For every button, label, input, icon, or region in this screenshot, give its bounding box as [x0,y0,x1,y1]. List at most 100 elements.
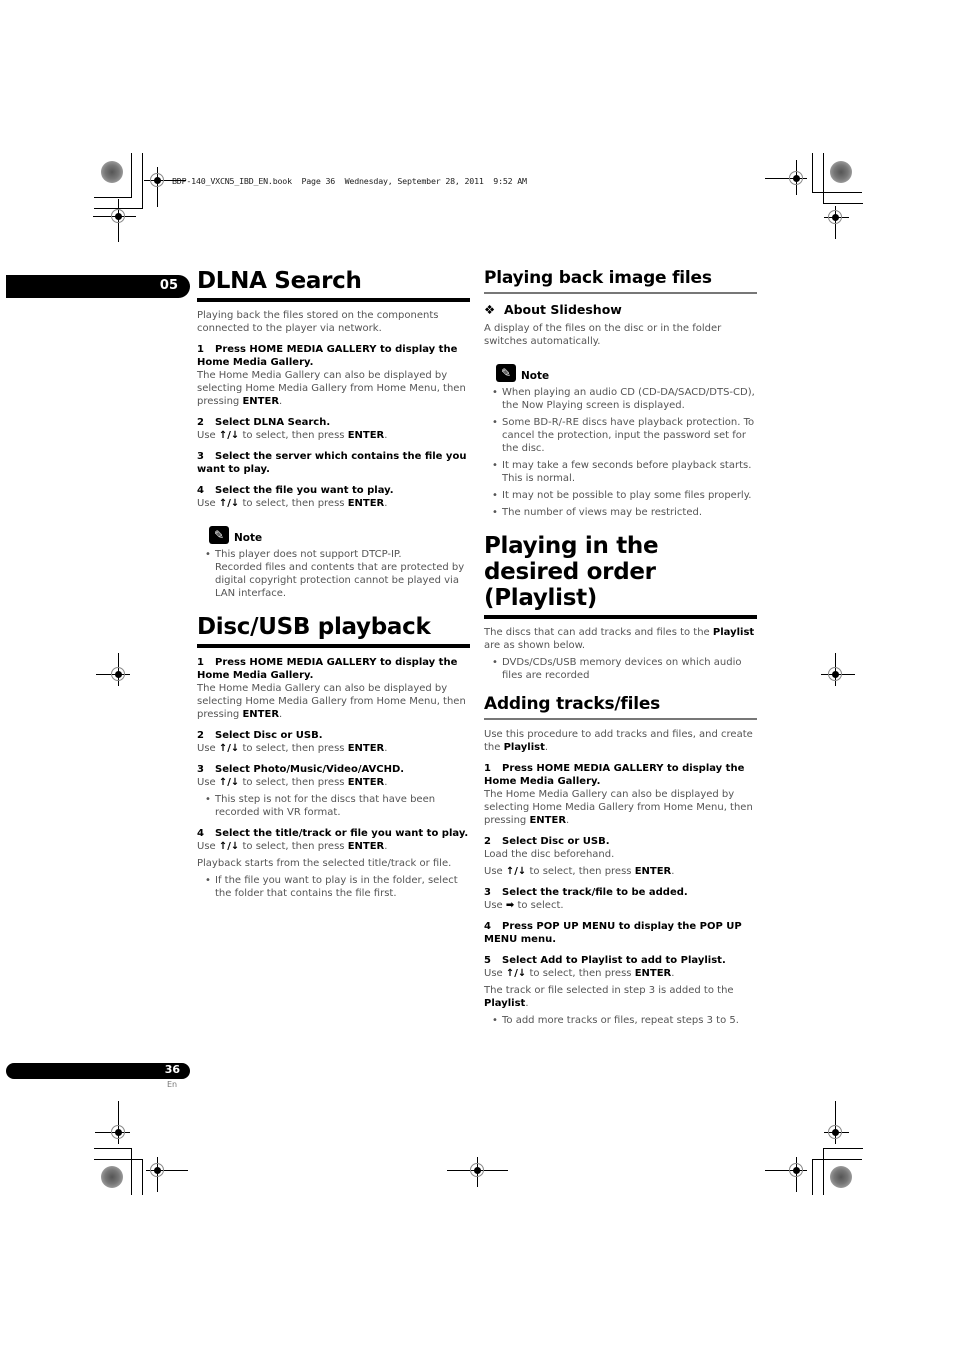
section-title: DLNA Search [197,268,362,294]
crop-mark [812,1159,862,1160]
left-column: DLNA Search Playing back the files store… [197,268,470,904]
registration-disc-icon [830,161,852,183]
step-heading: 3 Select the server which contains the fi… [197,451,467,475]
crop-mark [823,1148,824,1195]
crop-mark [812,1159,813,1195]
page-number: 36 [164,1063,180,1076]
page-number-bar: 36 [6,1063,190,1079]
bullet-item: If the file you want to play is in the f… [197,874,470,900]
note-header: ✎ Note [209,526,470,544]
bullet-list: DVDs/CDs/USB memory devices on which aud… [484,656,757,682]
note-item: The number of views may be restricted. [484,506,757,519]
chapter-number: 05 [159,278,178,293]
registration-disc-icon [101,1166,123,1188]
up-down-arrow-icon: ↑/↓ [218,777,240,788]
title-rule [484,718,757,720]
note-item: This player does not support DTCP-IP.Rec… [197,548,470,600]
note-item: When playing an audio CD (CD-DA/SACD/DTS… [484,386,757,412]
up-down-arrow-icon: ↑/↓ [218,430,240,441]
bullet-list: To add more tracks or files, repeat step… [484,1014,757,1027]
section-title: Playing in the desired order (Playlist) [484,533,659,611]
step-body: The Home Media Gallery can also be displ… [197,683,466,720]
registration-disc-icon [830,1166,852,1188]
step-heading: 2 Select Disc or USB. [484,836,610,847]
step-result: The track or file selected in step 3 is … [484,985,734,1009]
adding-tracks-section: Adding tracks/files Use this procedure t… [484,694,757,1027]
step-body: Use ↑/↓ to select, then press ENTER. [197,841,388,852]
right-column: Playing back image files ❖ About Slidesh… [484,268,757,1031]
title-rule [197,298,470,302]
disc-usb-playback-section: Disc/USB playback 1 Press HOME MEDIA GALL… [197,614,470,900]
intro-text: Playing back the files stored on the com… [197,310,439,334]
step-body: Use ↑/↓ to select, then press ENTER. [197,430,388,441]
crop-mark [823,153,824,204]
dlna-search-section: DLNA Search Playing back the files store… [197,268,470,600]
step-heading: 1 Press HOME MEDIA GALLERY to display the… [197,344,458,368]
note-list: This player does not support DTCP-IP.Rec… [197,548,470,600]
image-files-section: Playing back image files ❖ About Slidesh… [484,268,757,519]
print-header: BDP-140_VXCN5_IBD_EN.book Page 36 Wednes… [172,176,527,186]
pencil-note-icon: ✎ [496,364,516,382]
crop-mark [812,192,862,193]
step-body: The Home Media Gallery can also be displ… [197,370,466,407]
intro-text: Use this procedure to add tracks and fil… [484,729,753,753]
crop-mark [812,153,813,193]
up-down-arrow-icon: ↑/↓ [505,866,527,877]
step-heading: 1 Press HOME MEDIA GALLERY to display the… [197,657,458,681]
crop-mark [823,203,863,204]
registration-disc-icon [101,161,123,183]
diamond-icon: ❖ [484,302,496,317]
bullet-item: To add more tracks or files, repeat step… [484,1014,757,1027]
crop-mark [823,1148,863,1149]
crop-mark [131,153,132,198]
crop-mark [94,1148,132,1149]
intro-text: The discs that can add tracks and files … [484,627,755,651]
sub-body: A display of the files on the disc or in… [484,323,722,347]
section-title: Adding tracks/files [484,694,661,714]
step-heading: 2 Select DLNA Search. [197,417,331,428]
section-title: Playing back image files [484,268,712,288]
right-arrow-icon: ➡ [505,900,515,911]
step-heading: 3 Select Photo/Music/Video/AVCHD. [197,764,405,775]
step-body: The Home Media Gallery can also be displ… [484,789,753,826]
step-heading: 4 Select the file you want to play. [197,485,394,496]
step-extra: Load the disc beforehand. [484,849,615,860]
up-down-arrow-icon: ↑/↓ [218,841,240,852]
title-rule [484,292,757,294]
bullet-list: This step is not for the discs that have… [197,793,470,819]
crop-mark [94,1159,143,1160]
chapter-tab: 05 [6,275,190,298]
crop-mark [131,1148,132,1195]
crop-mark [94,197,132,198]
crop-mark [142,1159,143,1195]
step-body: Use ↑/↓ to select, then press ENTER. [484,968,675,979]
step-heading: 1 Press HOME MEDIA GALLERY to display the… [484,763,745,787]
step-body: Use ↑/↓ to select, then press ENTER. [197,777,388,788]
playlist-section: Playing in the desired order (Playlist) … [484,533,757,682]
step-heading: 5 Select Add to Playlist to add to Playli… [484,955,726,966]
step-heading: 4 Select the title/track or file you want… [197,828,469,839]
up-down-arrow-icon: ↑/↓ [218,498,240,509]
bullet-list: If the file you want to play is in the f… [197,874,470,900]
title-rule [484,615,757,619]
step-heading: 3 Select the track/file to be added. [484,887,688,898]
step-body: Use ↑/↓ to select, then press ENTER. [484,866,675,877]
bullet-item: DVDs/CDs/USB memory devices on which aud… [484,656,757,682]
note-header: ✎ Note [496,364,757,382]
note-item: It may not be possible to play some file… [484,489,757,502]
up-down-arrow-icon: ↑/↓ [218,743,240,754]
step-extra: Playback starts from the selected title/… [197,858,452,869]
step-heading: 2 Select Disc or USB. [197,730,323,741]
step-body: Use ↑/↓ to select, then press ENTER. [197,498,388,509]
note-item: Some BD-R/-RE discs have playback protec… [484,416,757,455]
step-heading: 4 Press POP UP MENU to display the POP UP… [484,921,742,945]
note-list: When playing an audio CD (CD-DA/SACD/DTS… [484,386,757,519]
title-rule [197,644,470,648]
step-body: Use ↑/↓ to select, then press ENTER. [197,743,388,754]
crop-mark [142,153,143,209]
up-down-arrow-icon: ↑/↓ [505,968,527,979]
pencil-note-icon: ✎ [209,526,229,544]
step-body: Use ➡ to select. [484,900,564,911]
note-item: It may take a few seconds before playbac… [484,459,757,485]
section-title: Disc/USB playback [197,614,431,640]
